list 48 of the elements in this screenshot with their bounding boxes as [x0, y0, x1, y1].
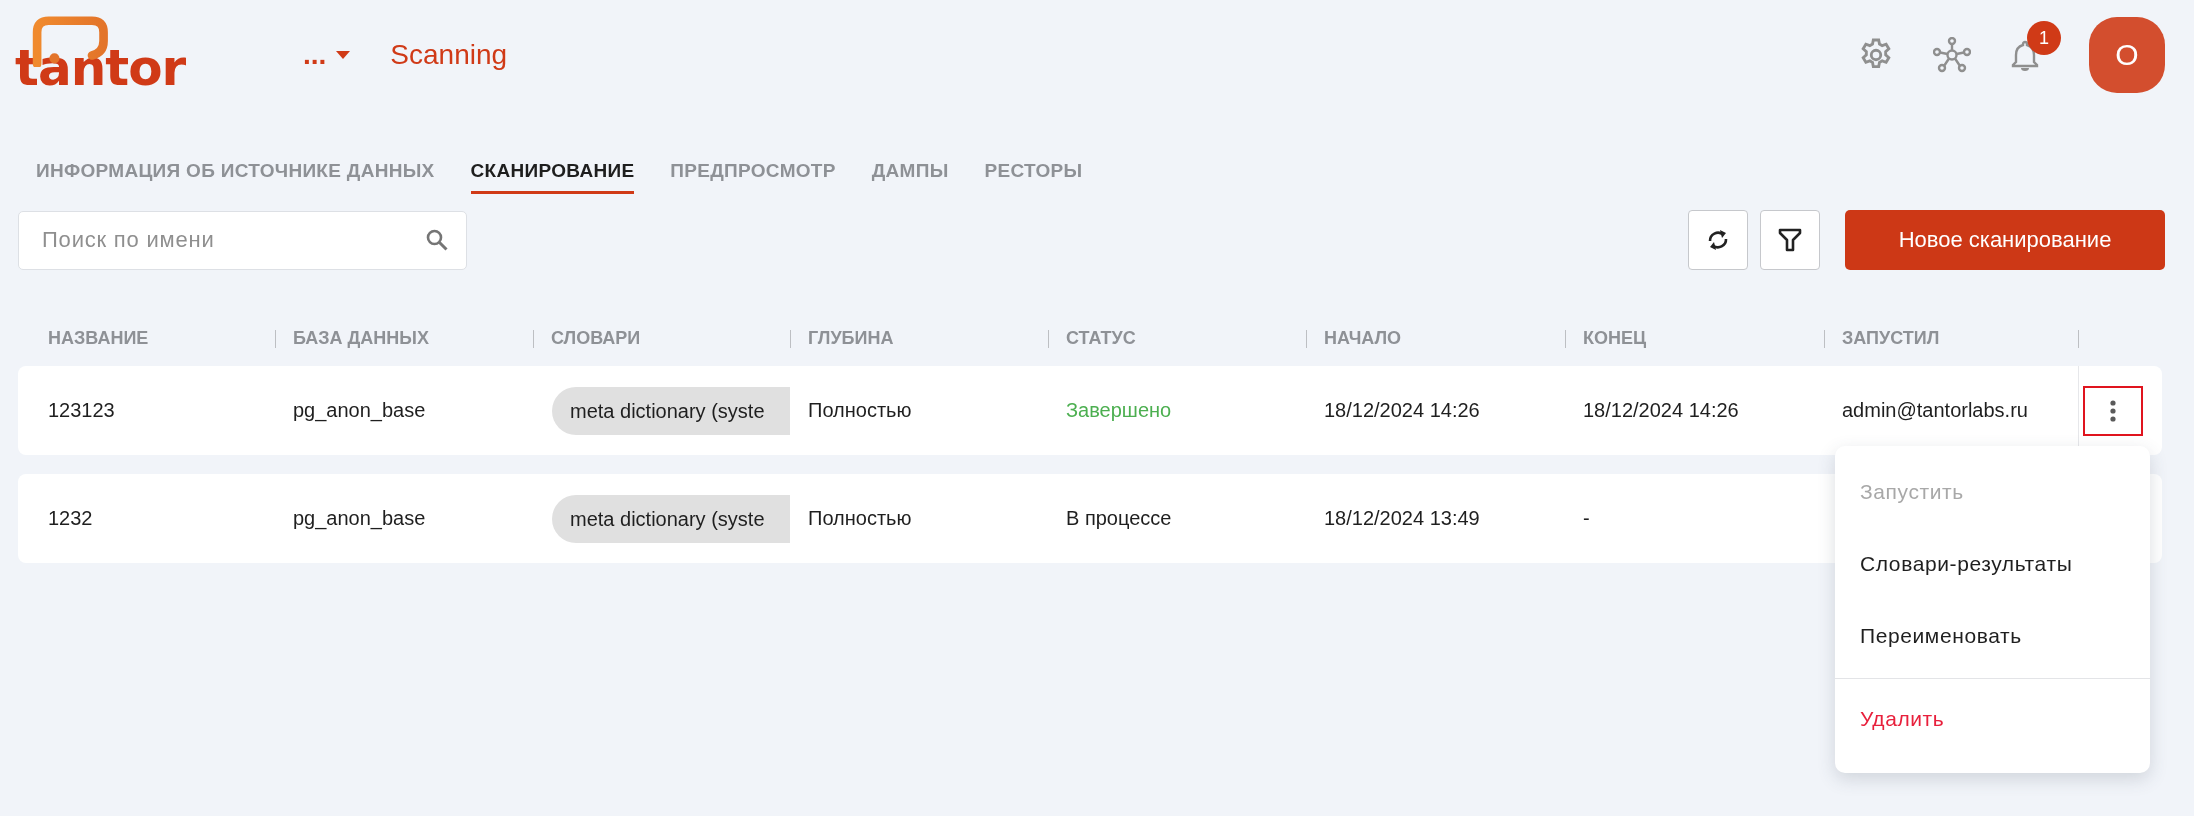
filter-icon	[1778, 228, 1802, 252]
table-cell-text: Полностью	[807, 399, 912, 422]
table-cell-text: 18/12/2024 13:49	[1323, 507, 1480, 530]
column-header: ГЛУБИНА	[790, 327, 894, 349]
user-avatar[interactable]: O	[2089, 17, 2165, 93]
tab[interactable]: ДАМПЫ	[871, 160, 949, 194]
dictionary-chip: meta dictionary (syste	[552, 386, 790, 435]
tab[interactable]: ИНФОРМАЦИЯ ОБ ИСТОЧНИКЕ ДАННЫХ	[36, 160, 435, 194]
column-header: НАЗВАНИЕ	[47, 327, 149, 349]
refresh-button[interactable]	[1688, 210, 1748, 270]
search-field[interactable]: Поиск по имени	[18, 210, 467, 270]
notification-badge: 1	[2027, 21, 2061, 55]
breadcrumb-dropdown[interactable]: ...	[303, 39, 351, 71]
table-cell-text: pg_anon_base	[292, 399, 426, 422]
menu-item[interactable]: Удалить	[1835, 683, 1945, 755]
tab[interactable]: ПРЕДПРОСМОТР	[670, 160, 836, 194]
menu-item[interactable]: Переименовать	[1835, 600, 2022, 672]
refresh-icon	[1706, 227, 1730, 253]
column-header: КОНЕЦ	[1565, 327, 1647, 349]
search-icon	[425, 227, 449, 252]
filter-button[interactable]	[1760, 210, 1820, 270]
tab[interactable]: СКАНИРОВАНИЕ	[470, 160, 635, 194]
bell-icon[interactable]	[2011, 39, 2039, 71]
table-cell-text: 18/12/2024 14:26	[1323, 399, 1480, 422]
table-cell-text: 123123	[47, 399, 115, 422]
dictionary-chip: meta dictionary (syste	[552, 494, 790, 543]
more-options-button[interactable]	[2083, 385, 2143, 436]
table-cell-text: admin@tantorlabs.ru	[1841, 399, 2028, 422]
table-cell-text: 1232	[47, 507, 93, 530]
new-scan-button[interactable]: Новое сканирование	[1845, 210, 2165, 270]
table-cell-text: -	[1582, 507, 1590, 530]
table-cell-text: pg_anon_base	[292, 507, 426, 530]
status-text: В процессе	[1065, 507, 1172, 530]
table-cell-text: 18/12/2024 14:26	[1582, 399, 1739, 422]
caret-icon	[336, 51, 351, 59]
column-header: СЛОВАРИ	[533, 327, 641, 349]
network-icon[interactable]	[1933, 37, 1971, 73]
column-header: ЗАПУСТИЛ	[1824, 327, 1940, 349]
tab[interactable]: РЕСТОРЫ	[984, 160, 1083, 194]
menu-item[interactable]: Словари-результаты	[1835, 528, 2073, 600]
column-header: НАЧАЛО	[1306, 327, 1402, 349]
column-header: БАЗА ДАННЫХ	[275, 327, 429, 349]
table-cell-text: Полностью	[807, 507, 912, 530]
logo-text[interactable]: tantor	[15, 43, 186, 95]
more-vertical-icon	[2109, 398, 2117, 423]
column-header: СТАТУС	[1048, 327, 1136, 349]
page-title: Scanning	[390, 39, 508, 71]
status-text: Завершено	[1065, 399, 1172, 422]
